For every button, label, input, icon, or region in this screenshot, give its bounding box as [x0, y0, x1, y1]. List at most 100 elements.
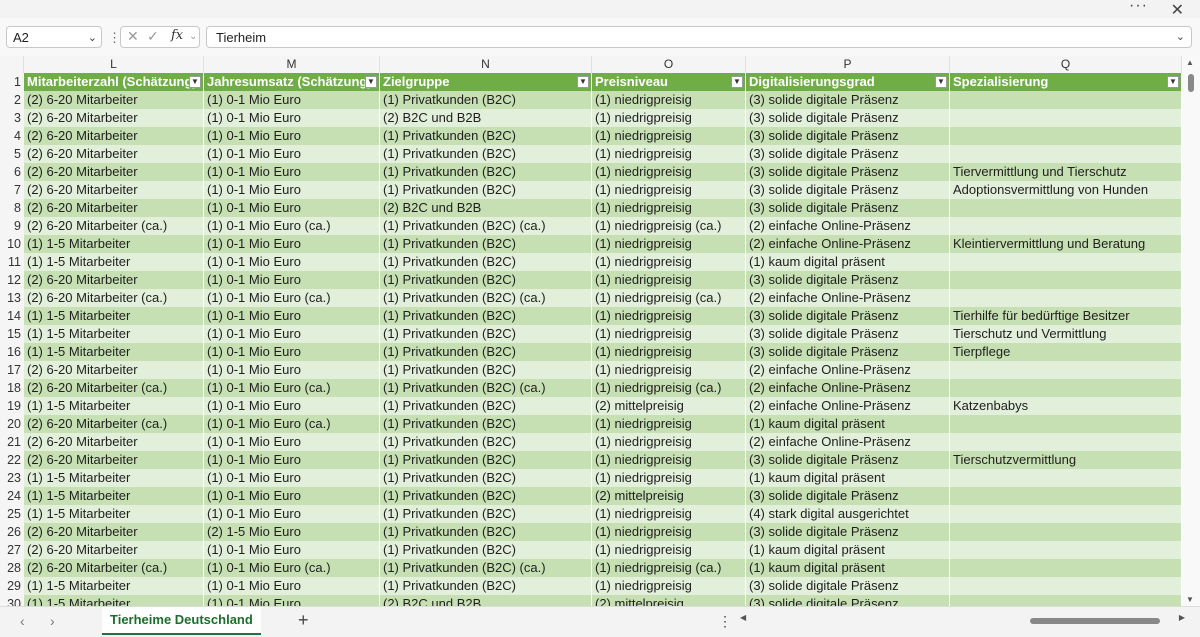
- table-cell[interactable]: (2) einfache Online-Präsenz: [746, 397, 950, 415]
- table-cell[interactable]: (1) 0-1 Mio Euro: [204, 487, 380, 505]
- table-cell[interactable]: (1) 1-5 Mitarbeiter: [24, 343, 204, 361]
- table-cell[interactable]: (1) niedrigpreisig: [592, 325, 746, 343]
- scroll-right-icon[interactable]: ▶: [1179, 613, 1185, 622]
- table-cell[interactable]: (1) Privatkunden (B2C): [380, 469, 592, 487]
- table-cell[interactable]: Tiervermittlung und Tierschutz: [950, 163, 1182, 181]
- row-header[interactable]: 28: [0, 559, 24, 577]
- table-cell[interactable]: (1) niedrigpreisig: [592, 523, 746, 541]
- row-header[interactable]: 21: [0, 433, 24, 451]
- table-cell[interactable]: (1) kaum digital präsent: [746, 559, 950, 577]
- table-cell[interactable]: (1) 1-5 Mitarbeiter: [24, 253, 204, 271]
- table-cell[interactable]: (1) 1-5 Mitarbeiter: [24, 469, 204, 487]
- header-cell[interactable]: Spezialisierung ▼: [950, 73, 1182, 91]
- table-cell[interactable]: [950, 253, 1182, 271]
- row-header[interactable]: 26: [0, 523, 24, 541]
- header-cell[interactable]: Mitarbeiterzahl (Schätzung) ▼: [24, 73, 204, 91]
- table-cell[interactable]: (3) solide digitale Präsenz: [746, 109, 950, 127]
- row-header[interactable]: 25: [0, 505, 24, 523]
- table-cell[interactable]: (1) kaum digital präsent: [746, 469, 950, 487]
- table-cell[interactable]: (2) mittelpreisig: [592, 487, 746, 505]
- table-cell[interactable]: [950, 379, 1182, 397]
- table-cell[interactable]: (1) niedrigpreisig: [592, 415, 746, 433]
- table-cell[interactable]: [950, 217, 1182, 235]
- table-cell[interactable]: (1) 1-5 Mitarbeiter: [24, 577, 204, 595]
- table-cell[interactable]: (2) mittelpreisig: [592, 397, 746, 415]
- table-cell[interactable]: (3) solide digitale Präsenz: [746, 343, 950, 361]
- filter-dropdown-icon[interactable]: ▼: [935, 76, 947, 88]
- table-cell[interactable]: (1) niedrigpreisig: [592, 235, 746, 253]
- table-cell[interactable]: Adoptionsvermittlung von Hunden: [950, 181, 1182, 199]
- table-cell[interactable]: (3) solide digitale Präsenz: [746, 325, 950, 343]
- table-cell[interactable]: (1) Privatkunden (B2C) (ca.): [380, 559, 592, 577]
- table-cell[interactable]: (1) Privatkunden (B2C): [380, 487, 592, 505]
- table-cell[interactable]: [950, 91, 1182, 109]
- row-header[interactable]: 23: [0, 469, 24, 487]
- table-cell[interactable]: (2) einfache Online-Präsenz: [746, 433, 950, 451]
- table-cell[interactable]: (1) 1-5 Mitarbeiter: [24, 487, 204, 505]
- column-header-L[interactable]: L: [24, 56, 204, 73]
- header-cell[interactable]: Zielgruppe ▼: [380, 73, 592, 91]
- add-sheet-icon[interactable]: +: [298, 610, 309, 631]
- row-header[interactable]: 16: [0, 343, 24, 361]
- table-cell[interactable]: (2) 6-20 Mitarbeiter (ca.): [24, 415, 204, 433]
- table-cell[interactable]: (1) Privatkunden (B2C): [380, 91, 592, 109]
- table-cell[interactable]: (1) niedrigpreisig (ca.): [592, 217, 746, 235]
- filter-dropdown-icon[interactable]: ▼: [365, 76, 377, 88]
- table-cell[interactable]: (1) 1-5 Mitarbeiter: [24, 235, 204, 253]
- filter-dropdown-icon[interactable]: ▼: [189, 76, 201, 88]
- table-cell[interactable]: (1) 0-1 Mio Euro (ca.): [204, 217, 380, 235]
- table-cell[interactable]: (2) 6-20 Mitarbeiter: [24, 91, 204, 109]
- table-cell[interactable]: (2) 6-20 Mitarbeiter: [24, 451, 204, 469]
- scroll-thumb[interactable]: [1030, 618, 1160, 624]
- table-cell[interactable]: (2) einfache Online-Präsenz: [746, 379, 950, 397]
- table-cell[interactable]: (2) B2C und B2B: [380, 109, 592, 127]
- table-cell[interactable]: (1) 0-1 Mio Euro: [204, 397, 380, 415]
- table-cell[interactable]: (1) niedrigpreisig: [592, 505, 746, 523]
- table-cell[interactable]: (1) 0-1 Mio Euro: [204, 361, 380, 379]
- table-cell[interactable]: (1) kaum digital präsent: [746, 253, 950, 271]
- row-header[interactable]: 15: [0, 325, 24, 343]
- column-header-M[interactable]: M: [204, 56, 380, 73]
- row-header[interactable]: 8: [0, 199, 24, 217]
- table-cell[interactable]: (2) einfache Online-Präsenz: [746, 217, 950, 235]
- table-cell[interactable]: (3) solide digitale Präsenz: [746, 271, 950, 289]
- table-cell[interactable]: (3) solide digitale Präsenz: [746, 487, 950, 505]
- table-cell[interactable]: (1) 0-1 Mio Euro: [204, 91, 380, 109]
- check-icon[interactable]: ✓: [147, 28, 159, 45]
- table-cell[interactable]: (1) Privatkunden (B2C): [380, 325, 592, 343]
- table-cell[interactable]: (1) 0-1 Mio Euro: [204, 145, 380, 163]
- table-cell[interactable]: (1) niedrigpreisig: [592, 145, 746, 163]
- column-header-P[interactable]: P: [746, 56, 950, 73]
- row-header[interactable]: 11: [0, 253, 24, 271]
- table-cell[interactable]: (1) 0-1 Mio Euro: [204, 307, 380, 325]
- table-cell[interactable]: (2) 6-20 Mitarbeiter (ca.): [24, 379, 204, 397]
- table-cell[interactable]: (1) niedrigpreisig: [592, 109, 746, 127]
- table-cell[interactable]: (1) Privatkunden (B2C): [380, 433, 592, 451]
- table-cell[interactable]: Tierschutzvermittlung: [950, 451, 1182, 469]
- table-cell[interactable]: (1) Privatkunden (B2C): [380, 163, 592, 181]
- table-cell[interactable]: Tierschutz und Vermittlung: [950, 325, 1182, 343]
- formula-input[interactable]: Tierheim ⌄: [206, 26, 1192, 48]
- table-cell[interactable]: (2) 1-5 Mio Euro: [204, 523, 380, 541]
- table-cell[interactable]: [950, 469, 1182, 487]
- table-cell[interactable]: (1) Privatkunden (B2C): [380, 361, 592, 379]
- expand-formula-icon[interactable]: ⌄: [1176, 27, 1185, 48]
- table-cell[interactable]: (1) niedrigpreisig: [592, 199, 746, 217]
- table-cell[interactable]: (1) Privatkunden (B2C): [380, 271, 592, 289]
- filter-dropdown-icon[interactable]: ▼: [1167, 76, 1179, 88]
- table-cell[interactable]: (1) Privatkunden (B2C): [380, 343, 592, 361]
- table-cell[interactable]: (2) 6-20 Mitarbeiter: [24, 109, 204, 127]
- table-cell[interactable]: (1) Privatkunden (B2C): [380, 505, 592, 523]
- row-header[interactable]: 4: [0, 127, 24, 145]
- table-cell[interactable]: (1) 0-1 Mio Euro (ca.): [204, 415, 380, 433]
- table-cell[interactable]: (1) niedrigpreisig: [592, 307, 746, 325]
- row-header[interactable]: 13: [0, 289, 24, 307]
- table-cell[interactable]: [950, 559, 1182, 577]
- table-cell[interactable]: (2) B2C und B2B: [380, 595, 592, 606]
- row-header[interactable]: 3: [0, 109, 24, 127]
- horizontal-scrollbar[interactable]: ◀ ▶: [740, 613, 1185, 627]
- table-cell[interactable]: (1) niedrigpreisig (ca.): [592, 559, 746, 577]
- next-sheet-icon[interactable]: ›: [50, 613, 55, 629]
- table-cell[interactable]: [950, 199, 1182, 217]
- table-cell[interactable]: (2) 6-20 Mitarbeiter: [24, 127, 204, 145]
